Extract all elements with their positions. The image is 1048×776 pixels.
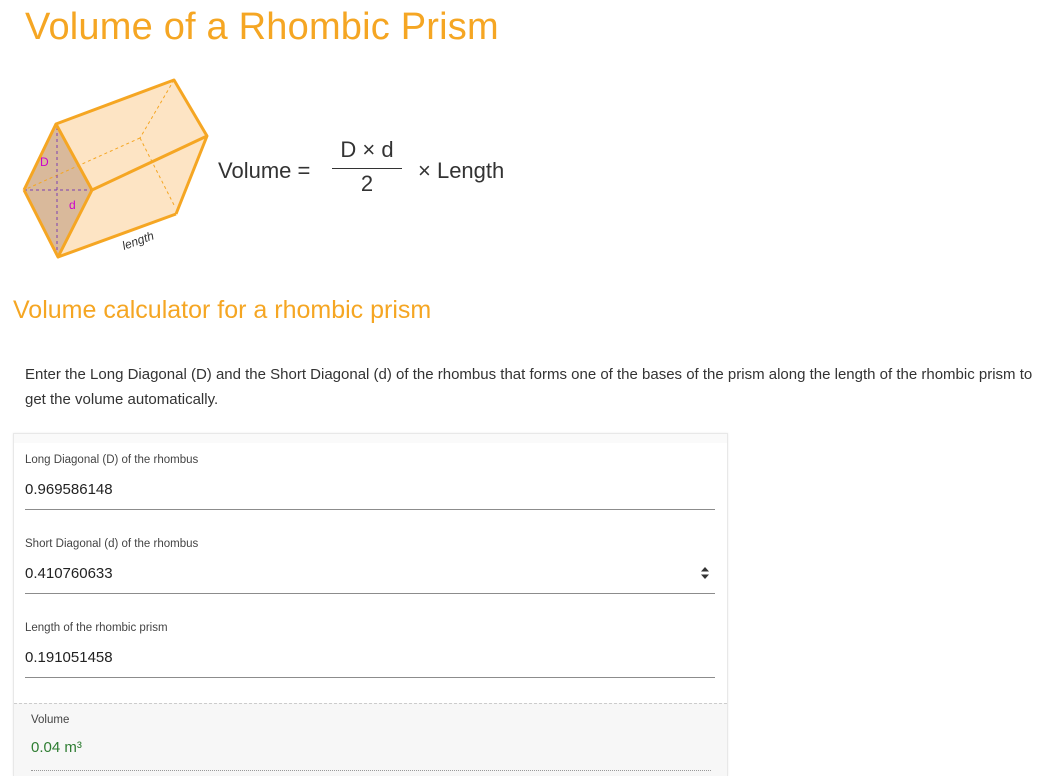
long-diagonal-label: D xyxy=(40,155,49,169)
formula-lhs: Volume = xyxy=(218,158,311,183)
short-diagonal-label: d xyxy=(69,198,76,212)
length-input[interactable]: 0.191051458 xyxy=(25,649,113,666)
short-diagonal-input[interactable]: 0.410760633 xyxy=(25,565,113,582)
long-diagonal-input[interactable]: 0.969586148 xyxy=(25,481,113,498)
length-label-text: Length of the rhombic prism xyxy=(25,622,168,634)
volume-output-underline xyxy=(31,770,711,771)
short-diagonal-label-text: Short Diagonal (d) of the rhombus xyxy=(25,538,199,550)
long-diagonal-field[interactable]: Long Diagonal (D) of the rhombus 0.96958… xyxy=(25,454,715,510)
short-diagonal-field[interactable]: Short Diagonal (d) of the rhombus 0.4107… xyxy=(25,538,715,594)
calculator-heading: Volume calculator for a rhombic prism xyxy=(13,296,432,324)
volume-formula: Volume = D × d 2 × Length xyxy=(218,134,538,214)
volume-result-area: Volume 0.04 m³ xyxy=(14,703,727,776)
formula-fraction: D × d 2 xyxy=(330,134,404,199)
volume-label: Volume xyxy=(31,714,70,726)
long-diagonal-label-text: Long Diagonal (D) of the rhombus xyxy=(25,454,199,466)
rhombic-prism-diagram: D d length xyxy=(14,72,214,267)
calculator-intro: Enter the Long Diagonal (D) and the Shor… xyxy=(25,366,1033,408)
rhombic-prism-svg: D d length xyxy=(22,78,209,259)
formula-rhs: × Length xyxy=(418,158,505,183)
number-spinner-icon[interactable] xyxy=(701,565,709,581)
page-title: Volume of a Rhombic Prism xyxy=(25,6,499,48)
formula-denominator: 2 xyxy=(360,171,374,196)
calculator-card: Long Diagonal (D) of the rhombus 0.96958… xyxy=(13,433,728,776)
formula-numerator: D × d xyxy=(340,137,394,162)
length-field[interactable]: Length of the rhombic prism 0.191051458 xyxy=(25,622,715,678)
card-header-strip xyxy=(14,434,727,443)
volume-output: 0.04 m³ xyxy=(31,739,82,756)
